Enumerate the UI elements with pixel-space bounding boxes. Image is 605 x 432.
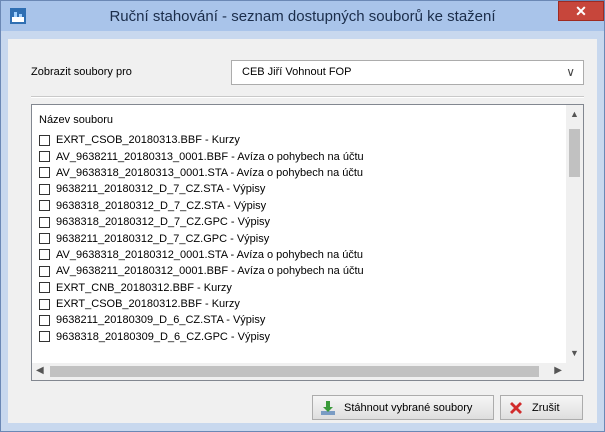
window-title: Ruční stahování - seznam dostupných soub…	[109, 8, 496, 25]
scroll-up-arrow-icon[interactable]: ▲	[566, 109, 583, 119]
file-checkbox[interactable]	[39, 298, 50, 310]
file-name: AV_9638211_20180313_0001.BBF - Avíza o p…	[56, 150, 364, 163]
file-row[interactable]: EXRT_CSOB_20180313.BBF - Kurzy	[39, 132, 563, 148]
file-name: AV_9638318_20180312_0001.STA - Avíza o p…	[56, 248, 364, 261]
vertical-scroll-thumb[interactable]	[569, 129, 580, 177]
file-name: 9638211_20180312_D_7_CZ.GPC - Výpisy	[56, 232, 270, 245]
file-row[interactable]: AV_9638318_20180313_0001.STA - Avíza o p…	[39, 165, 563, 181]
file-list[interactable]: Název souboru EXRT_CSOB_20180313.BBF - K…	[31, 104, 584, 381]
file-row[interactable]: 9638211_20180312_D_7_CZ.GPC - Výpisy	[39, 230, 563, 246]
horizontal-scroll-thumb[interactable]	[50, 366, 539, 377]
chevron-down-icon: ∨	[566, 65, 575, 79]
file-checkbox[interactable]	[39, 282, 50, 294]
file-row[interactable]: EXRT_CNB_20180312.BBF - Kurzy	[39, 280, 563, 296]
download-dialog-window: Ruční stahování - seznam dostupných soub…	[0, 0, 605, 432]
file-checkbox[interactable]	[39, 134, 50, 146]
file-name: EXRT_CNB_20180312.BBF - Kurzy	[56, 281, 232, 294]
scroll-down-arrow-icon[interactable]: ▼	[566, 348, 583, 358]
separator	[31, 96, 584, 98]
filter-label: Zobrazit soubory pro	[31, 66, 132, 78]
file-row[interactable]: EXRT_CSOB_20180312.BBF - Kurzy	[39, 296, 563, 312]
file-name: AV_9638211_20180312_0001.BBF - Avíza o p…	[56, 265, 364, 278]
file-row[interactable]: AV_9638211_20180313_0001.BBF - Avíza o p…	[39, 148, 563, 164]
file-checkbox[interactable]	[39, 216, 50, 228]
file-name: AV_9638318_20180313_0001.STA - Avíza o p…	[56, 166, 364, 179]
file-name: 9638211_20180312_D_7_CZ.STA - Výpisy	[56, 183, 266, 196]
file-name: EXRT_CSOB_20180312.BBF - Kurzy	[56, 298, 240, 311]
file-row[interactable]: AV_9638211_20180312_0001.BBF - Avíza o p…	[39, 263, 563, 279]
file-row[interactable]: 9638318_20180309_D_6_CZ.GPC - Výpisy	[39, 329, 563, 345]
cancel-button-label: Zrušit	[532, 401, 560, 414]
horizontal-scrollbar[interactable]: ◀ ▶	[32, 363, 566, 380]
file-row[interactable]: 9638318_20180312_D_7_CZ.STA - Výpisy	[39, 198, 563, 214]
cancel-button[interactable]: Zrušit	[500, 395, 583, 420]
file-list-rows: EXRT_CSOB_20180313.BBF - Kurzy AV_963821…	[39, 132, 563, 345]
file-row[interactable]: 9638211_20180309_D_6_CZ.STA - Výpisy	[39, 312, 563, 328]
account-select-value: CEB Jiří Vohnout FOP	[242, 66, 352, 78]
scrollbar-corner	[566, 363, 583, 380]
file-name: 9638318_20180312_D_7_CZ.STA - Výpisy	[56, 199, 267, 212]
file-checkbox[interactable]	[39, 200, 50, 212]
app-icon	[10, 8, 26, 24]
account-select[interactable]: CEB Jiří Vohnout FOP ∨	[231, 60, 584, 85]
list-column-header: Název souboru	[39, 114, 113, 126]
vertical-scrollbar[interactable]: ▲ ▼	[566, 105, 583, 363]
scroll-right-arrow-icon[interactable]: ▶	[554, 365, 562, 376]
file-name: 9638318_20180309_D_6_CZ.GPC - Výpisy	[56, 330, 271, 343]
scroll-left-arrow-icon[interactable]: ◀	[36, 365, 44, 376]
file-name: EXRT_CSOB_20180313.BBF - Kurzy	[56, 134, 240, 147]
file-checkbox[interactable]	[39, 183, 50, 195]
title-bar[interactable]: Ruční stahování - seznam dostupných soub…	[1, 1, 604, 31]
file-checkbox[interactable]	[39, 314, 50, 326]
file-name: 9638211_20180309_D_6_CZ.STA - Výpisy	[56, 314, 266, 327]
file-checkbox[interactable]	[39, 249, 50, 261]
file-row[interactable]: 9638318_20180312_D_7_CZ.GPC - Výpisy	[39, 214, 563, 230]
window-close-button[interactable]: ✕	[558, 1, 604, 21]
red-x-icon	[510, 401, 522, 414]
file-checkbox[interactable]	[39, 331, 50, 343]
download-selected-button[interactable]: Stáhnout vybrané soubory	[312, 395, 494, 420]
download-button-label: Stáhnout vybrané soubory	[344, 401, 473, 414]
file-checkbox[interactable]	[39, 167, 50, 179]
download-icon	[321, 400, 335, 415]
file-name: 9638318_20180312_D_7_CZ.GPC - Výpisy	[56, 216, 271, 229]
file-row[interactable]: AV_9638318_20180312_0001.STA - Avíza o p…	[39, 247, 563, 263]
file-checkbox[interactable]	[39, 151, 50, 163]
file-checkbox[interactable]	[39, 265, 50, 277]
file-checkbox[interactable]	[39, 233, 50, 245]
file-row[interactable]: 9638211_20180312_D_7_CZ.STA - Výpisy	[39, 181, 563, 197]
